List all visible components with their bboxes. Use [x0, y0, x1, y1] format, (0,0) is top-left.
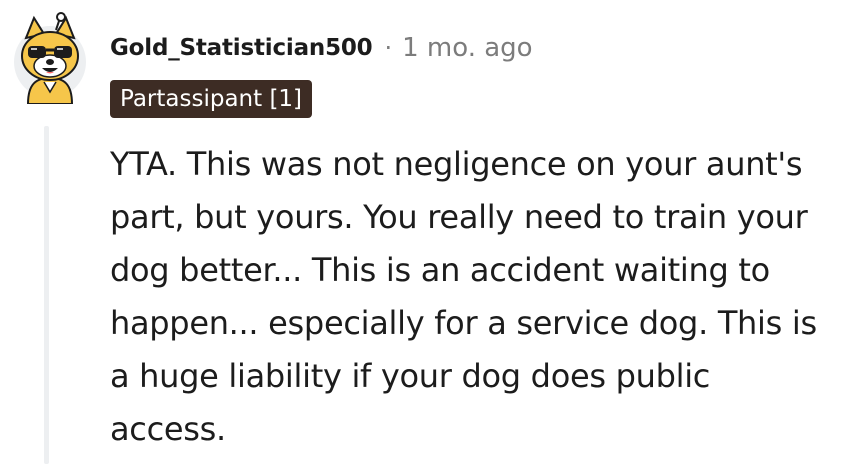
- username-link[interactable]: Gold_Statistician500: [110, 35, 373, 61]
- meta-separator: ·: [384, 34, 393, 62]
- user-avatar-icon[interactable]: [14, 12, 90, 105]
- comment-timestamp[interactable]: 1 mo. ago: [402, 33, 532, 63]
- comment: Gold_Statistician500 · 1 mo. ago Partass…: [0, 0, 854, 464]
- comment-header: Gold_Statistician500 · 1 mo. ago: [110, 28, 533, 68]
- user-flair-badge: Partassipant [1]: [110, 80, 313, 118]
- thread-line[interactable]: [44, 126, 49, 464]
- comment-body: YTA. This was not negligence on your aun…: [110, 145, 817, 448]
